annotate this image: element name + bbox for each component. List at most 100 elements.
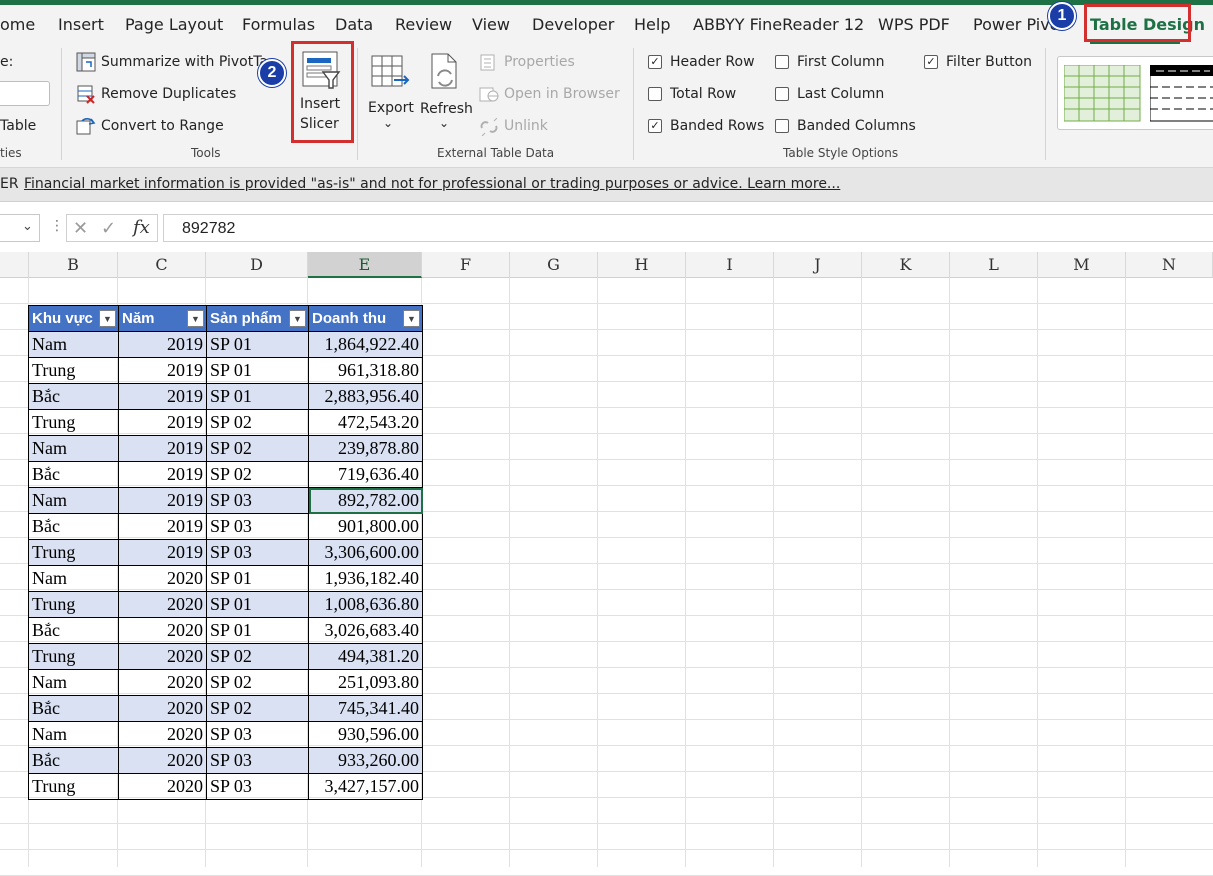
name-box[interactable]: ⌄ bbox=[0, 214, 40, 242]
cell-nam[interactable]: 2020 bbox=[118, 591, 207, 618]
cell-khu-vuc[interactable]: Bắc bbox=[28, 513, 119, 540]
unlink-button[interactable]: Unlink bbox=[479, 116, 559, 138]
cell-nam[interactable]: 2020 bbox=[118, 565, 207, 592]
cell-san-pham[interactable]: SP 01 bbox=[206, 383, 309, 410]
formula-input[interactable]: 892782 bbox=[163, 214, 1213, 242]
filter-dropdown-icon[interactable]: ▼ bbox=[99, 310, 116, 327]
tab-developer[interactable]: Developer bbox=[532, 15, 614, 34]
tab-insert[interactable]: Insert bbox=[58, 15, 104, 34]
cell-san-pham[interactable]: SP 01 bbox=[206, 565, 309, 592]
cell-san-pham[interactable]: SP 03 bbox=[206, 747, 309, 774]
cell-khu-vuc[interactable]: Bắc bbox=[28, 617, 119, 644]
summarize-pivot-button[interactable]: Summarize with PivotTa bbox=[76, 52, 268, 74]
cell-nam[interactable]: 2020 bbox=[118, 643, 207, 670]
cell-khu-vuc[interactable]: Nam bbox=[28, 565, 119, 592]
cell-doanh-thu[interactable]: 961,318.80 bbox=[308, 357, 423, 384]
cell-san-pham[interactable]: SP 03 bbox=[206, 721, 309, 748]
cell-khu-vuc[interactable]: Trung bbox=[28, 643, 119, 670]
table-name-input[interactable] bbox=[0, 81, 50, 106]
cell-san-pham[interactable]: SP 03 bbox=[206, 773, 309, 800]
cell-san-pham[interactable]: SP 01 bbox=[206, 591, 309, 618]
cell-khu-vuc[interactable]: Trung bbox=[28, 591, 119, 618]
filter-button-checkbox[interactable]: ✓ Filter Button bbox=[924, 54, 1034, 74]
cell-khu-vuc[interactable]: Nam bbox=[28, 721, 119, 748]
cell-khu-vuc[interactable]: Nam bbox=[28, 669, 119, 696]
cell-doanh-thu[interactable]: 933,260.00 bbox=[308, 747, 423, 774]
refresh-button[interactable]: Refresh ⌄ bbox=[418, 48, 473, 140]
cell-doanh-thu[interactable]: 3,026,683.40 bbox=[308, 617, 423, 644]
cell-san-pham[interactable]: SP 01 bbox=[206, 331, 309, 358]
cell-san-pham[interactable]: SP 03 bbox=[206, 487, 309, 514]
cell-nam[interactable]: 2019 bbox=[118, 409, 207, 436]
column-header-b[interactable]: B bbox=[29, 252, 118, 278]
cell-san-pham[interactable]: SP 02 bbox=[206, 461, 309, 488]
column-header-l[interactable]: L bbox=[950, 252, 1038, 278]
filter-dropdown-icon[interactable]: ▼ bbox=[187, 310, 204, 327]
cell-khu-vuc[interactable]: Trung bbox=[28, 773, 119, 800]
export-button[interactable]: Export ⌄ bbox=[366, 48, 414, 140]
cell-san-pham[interactable]: SP 03 bbox=[206, 513, 309, 540]
cell-doanh-thu[interactable]: 3,306,600.00 bbox=[308, 539, 423, 566]
cell-nam[interactable]: 2019 bbox=[118, 383, 207, 410]
cell-nam[interactable]: 2020 bbox=[118, 617, 207, 644]
cell-doanh-thu[interactable]: 494,381.20 bbox=[308, 643, 423, 670]
cell-doanh-thu[interactable]: 251,093.80 bbox=[308, 669, 423, 696]
cell-san-pham[interactable]: SP 03 bbox=[206, 539, 309, 566]
financial-info-link[interactable]: Financial market information is provided… bbox=[24, 176, 840, 192]
filter-dropdown-icon[interactable]: ▼ bbox=[403, 310, 420, 327]
column-header-n[interactable]: N bbox=[1126, 252, 1213, 278]
total-row-checkbox[interactable]: Total Row bbox=[648, 86, 748, 106]
cell-nam[interactable]: 2020 bbox=[118, 669, 207, 696]
column-header-k[interactable]: K bbox=[862, 252, 950, 278]
open-in-browser-button[interactable]: Open in Browser bbox=[479, 84, 620, 106]
column-header-m[interactable]: M bbox=[1038, 252, 1126, 278]
cell-doanh-thu[interactable]: 901,800.00 bbox=[308, 513, 423, 540]
convert-to-range-button[interactable]: Convert to Range bbox=[76, 116, 236, 138]
column-header-c[interactable]: C bbox=[118, 252, 206, 278]
cell-doanh-thu[interactable]: 719,636.40 bbox=[308, 461, 423, 488]
last-column-checkbox[interactable]: Last Column bbox=[775, 86, 895, 106]
cell-doanh-thu[interactable]: 239,878.80 bbox=[308, 435, 423, 462]
tab-review[interactable]: Review bbox=[395, 15, 452, 34]
cell-san-pham[interactable]: SP 02 bbox=[206, 695, 309, 722]
resize-table-button[interactable]: Table bbox=[0, 118, 36, 134]
properties-button[interactable]: Properties bbox=[479, 52, 579, 74]
cell-san-pham[interactable]: SP 01 bbox=[206, 617, 309, 644]
cell-doanh-thu[interactable]: 472,543.20 bbox=[308, 409, 423, 436]
remove-duplicates-button[interactable]: Remove Duplicates bbox=[76, 84, 246, 106]
table-styles-gallery[interactable] bbox=[1057, 56, 1213, 130]
cell-nam[interactable]: 2020 bbox=[118, 721, 207, 748]
cell-nam[interactable]: 2020 bbox=[118, 773, 207, 800]
cell-khu-vuc[interactable]: Trung bbox=[28, 539, 119, 566]
column-header-i[interactable]: I bbox=[686, 252, 774, 278]
tab-page-layout[interactable]: Page Layout bbox=[125, 15, 223, 34]
tab-help[interactable]: Help bbox=[634, 15, 670, 34]
tab-data[interactable]: Data bbox=[335, 15, 373, 34]
tab-formulas[interactable]: Formulas bbox=[242, 15, 315, 34]
tab-wps-pdf[interactable]: WPS PDF bbox=[878, 15, 950, 34]
cell-nam[interactable]: 2019 bbox=[118, 539, 207, 566]
cell-khu-vuc[interactable]: Nam bbox=[28, 435, 119, 462]
banded-rows-checkbox[interactable]: ✓ Banded Rows bbox=[648, 118, 768, 138]
column-header-j[interactable]: J bbox=[774, 252, 862, 278]
cell-san-pham[interactable]: SP 02 bbox=[206, 643, 309, 670]
cell-doanh-thu[interactable]: 1,008,636.80 bbox=[308, 591, 423, 618]
cell-doanh-thu[interactable]: 3,427,157.00 bbox=[308, 773, 423, 800]
cell-khu-vuc[interactable]: Bắc bbox=[28, 695, 119, 722]
cell-doanh-thu[interactable]: 1,864,922.40 bbox=[308, 331, 423, 358]
cell-khu-vuc[interactable]: Bắc bbox=[28, 383, 119, 410]
cancel-icon[interactable]: ✕ bbox=[73, 218, 88, 239]
cell-nam[interactable]: 2019 bbox=[118, 357, 207, 384]
cell-san-pham[interactable]: SP 02 bbox=[206, 669, 309, 696]
cell-nam[interactable]: 2019 bbox=[118, 487, 207, 514]
column-header-h[interactable]: H bbox=[598, 252, 686, 278]
cell-san-pham[interactable]: SP 02 bbox=[206, 435, 309, 462]
column-header-d[interactable]: D bbox=[206, 252, 308, 278]
cell-nam[interactable]: 2020 bbox=[118, 747, 207, 774]
tab-abbyy[interactable]: ABBYY FineReader 12 bbox=[693, 15, 864, 34]
cell-doanh-thu[interactable]: 745,341.40 bbox=[308, 695, 423, 722]
cell-doanh-thu[interactable]: 892,782.00 bbox=[308, 487, 423, 514]
cell-nam[interactable]: 2020 bbox=[118, 695, 207, 722]
cell-khu-vuc[interactable]: Trung bbox=[28, 357, 119, 384]
cell-khu-vuc[interactable]: Nam bbox=[28, 331, 119, 358]
